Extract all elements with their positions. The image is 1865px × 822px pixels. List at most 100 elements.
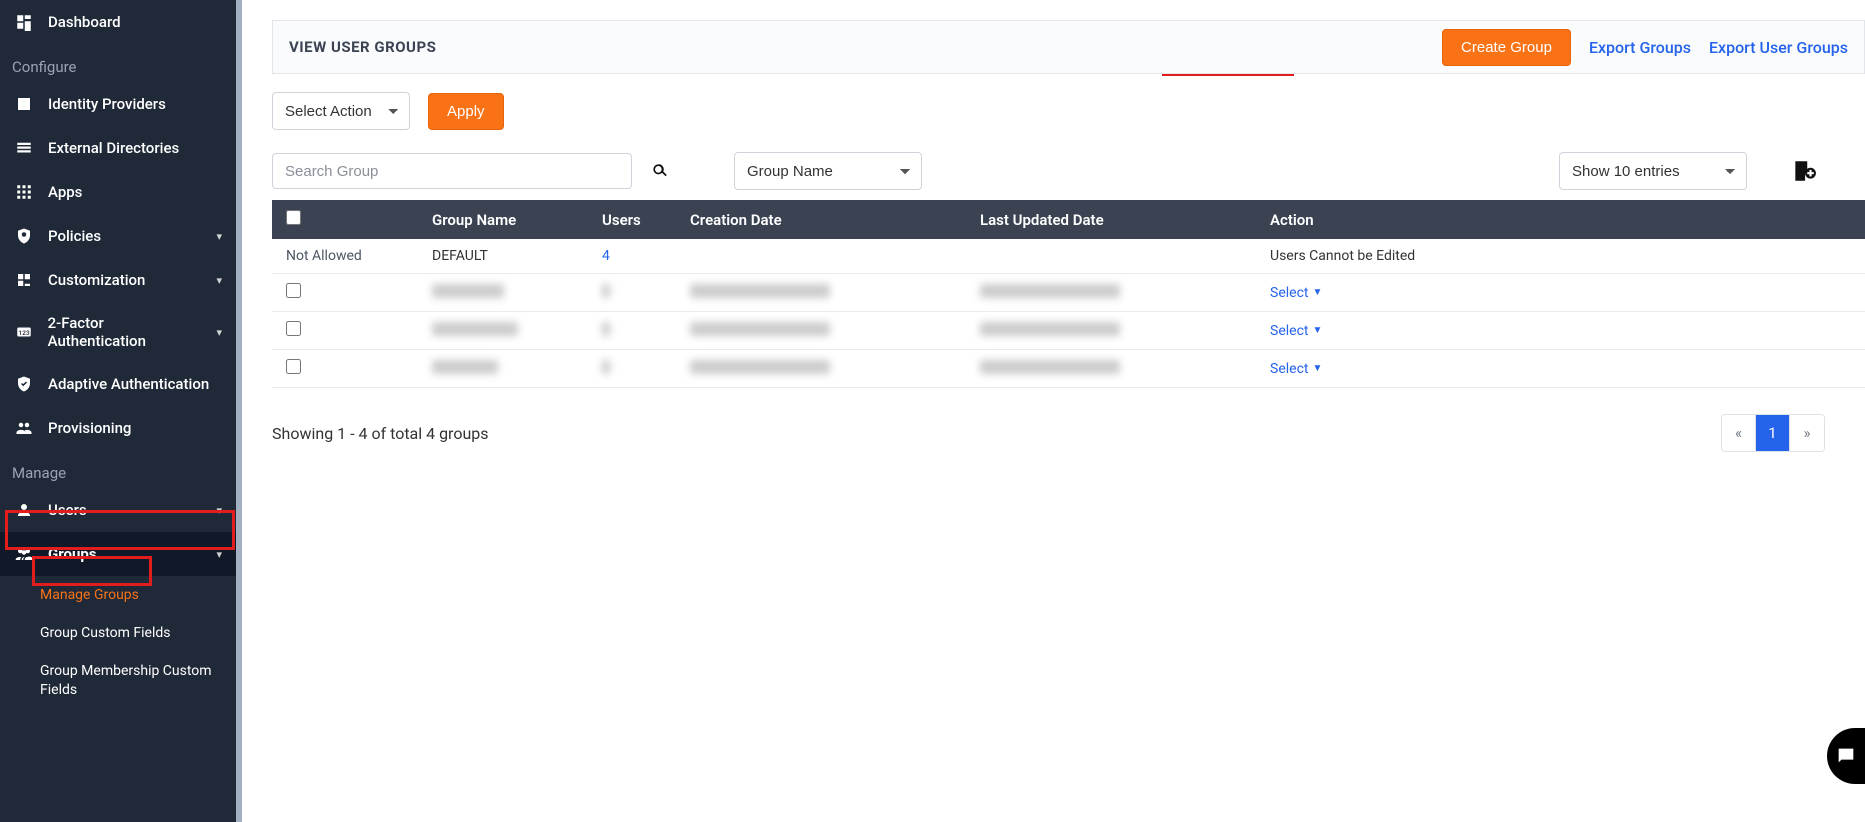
add-column-icon[interactable] bbox=[1789, 156, 1819, 186]
sidebar-item-external-directories[interactable]: External Directories bbox=[0, 126, 236, 170]
action-toolbar: Select Action Apply bbox=[272, 92, 1865, 130]
apply-button[interactable]: Apply bbox=[428, 93, 504, 130]
row-checkbox[interactable] bbox=[286, 283, 301, 298]
sidebar-label: External Directories bbox=[48, 139, 179, 157]
cell-group-name: DEFAULT bbox=[422, 239, 592, 274]
sidebar-item-apps[interactable]: Apps bbox=[0, 170, 236, 214]
cell-not-allowed: Not Allowed bbox=[272, 239, 422, 274]
table-row: Select▼ bbox=[272, 312, 1865, 350]
create-group-button[interactable]: Create Group bbox=[1442, 29, 1571, 66]
row-action-select[interactable]: Select▼ bbox=[1270, 361, 1322, 377]
redacted-users bbox=[602, 284, 610, 298]
svg-text:123: 123 bbox=[18, 329, 30, 337]
export-groups-link[interactable]: Export Groups bbox=[1589, 38, 1691, 57]
chevron-down-icon: ▾ bbox=[216, 230, 222, 243]
redacted-created bbox=[690, 322, 830, 336]
sidebar-item-groups[interactable]: Groups ▾ bbox=[0, 532, 236, 576]
sidebar-item-provisioning[interactable]: Provisioning bbox=[0, 406, 236, 450]
sidebar-subitem-group-custom-fields[interactable]: Group Custom Fields bbox=[0, 614, 236, 652]
sidebar-item-users[interactable]: Users ▾ bbox=[0, 488, 236, 532]
sidebar-label: Adaptive Authentication bbox=[48, 375, 209, 393]
redacted-updated bbox=[980, 360, 1120, 374]
page-header: VIEW USER GROUPS Create Group Export Gro… bbox=[272, 20, 1865, 74]
pager-next[interactable]: » bbox=[1790, 415, 1824, 451]
redacted-group-name bbox=[432, 322, 518, 336]
sidebar-item-dashboard[interactable]: Dashboard bbox=[0, 0, 236, 44]
group-name-filter-dropdown[interactable]: Group Name bbox=[734, 152, 922, 190]
sidebar-label: Apps bbox=[48, 183, 82, 201]
sidebar-item-policies[interactable]: Policies ▾ bbox=[0, 214, 236, 258]
sidebar-item-identity-providers[interactable]: Identity Providers bbox=[0, 82, 236, 126]
redacted-group-name bbox=[432, 284, 504, 298]
chevron-down-icon: ▾ bbox=[216, 326, 222, 339]
chevron-down-icon: ▾ bbox=[216, 548, 222, 561]
groups-table: Group Name Users Creation Date Last Upda… bbox=[272, 200, 1865, 388]
sidebar-subitem-manage-groups[interactable]: Manage Groups bbox=[0, 576, 236, 614]
redacted-updated bbox=[980, 284, 1120, 298]
chevron-down-icon: ▾ bbox=[216, 274, 222, 287]
entries-dropdown[interactable]: Show 10 entries bbox=[1559, 152, 1747, 190]
row-action-select[interactable]: Select▼ bbox=[1270, 285, 1322, 301]
select-all-checkbox[interactable] bbox=[286, 210, 301, 225]
pager-page-1[interactable]: 1 bbox=[1756, 415, 1790, 451]
number-icon: 123 bbox=[14, 322, 34, 342]
grid-icon bbox=[14, 182, 34, 202]
palette-icon bbox=[14, 270, 34, 290]
cell-creation-date bbox=[680, 239, 970, 274]
shield-check-icon bbox=[14, 374, 34, 394]
sidebar-label: Customization bbox=[48, 271, 145, 289]
th-last-updated[interactable]: Last Updated Date bbox=[970, 200, 1260, 239]
cell-action-text: Users Cannot be Edited bbox=[1260, 239, 1865, 274]
caret-down-icon: ▼ bbox=[1312, 287, 1322, 298]
redacted-created bbox=[690, 360, 830, 374]
sidebar-section-manage: Manage bbox=[0, 450, 236, 488]
sidebar-section-configure: Configure bbox=[0, 44, 236, 82]
sidebar-item-customization[interactable]: Customization ▾ bbox=[0, 258, 236, 302]
caret-down-icon: ▼ bbox=[1312, 325, 1322, 336]
search-icon[interactable] bbox=[648, 159, 672, 183]
redacted-updated bbox=[980, 322, 1120, 336]
chat-fab[interactable] bbox=[1827, 728, 1865, 784]
cell-users-link[interactable]: 4 bbox=[602, 248, 610, 264]
caret-down-icon: ▼ bbox=[1312, 363, 1322, 374]
sidebar-item-adaptive-auth[interactable]: Adaptive Authentication bbox=[0, 362, 236, 406]
th-users[interactable]: Users bbox=[592, 200, 680, 239]
dashboard-icon bbox=[14, 12, 34, 32]
sidebar-subitem-group-membership-custom-fields[interactable]: Group Membership Custom Fields bbox=[0, 652, 236, 708]
user-icon bbox=[14, 500, 34, 520]
th-group-name[interactable]: Group Name bbox=[422, 200, 592, 239]
sidebar-label: 2-Factor Authentication bbox=[48, 314, 203, 350]
users-icon bbox=[14, 418, 34, 438]
sidebar-label: Dashboard bbox=[48, 13, 121, 31]
showing-text: Showing 1 - 4 of total 4 groups bbox=[272, 424, 489, 443]
table-head: Group Name Users Creation Date Last Upda… bbox=[272, 200, 1865, 239]
select-action-dropdown[interactable]: Select Action bbox=[272, 92, 410, 130]
table-row: Not Allowed DEFAULT 4 Users Cannot be Ed… bbox=[272, 239, 1865, 274]
row-action-select[interactable]: Select▼ bbox=[1270, 323, 1322, 339]
chevron-down-icon: ▾ bbox=[216, 504, 222, 517]
sidebar-label: Users bbox=[48, 501, 87, 519]
sidebar-label: Identity Providers bbox=[48, 95, 166, 113]
redacted-users bbox=[602, 360, 610, 374]
page-title: VIEW USER GROUPS bbox=[289, 38, 436, 56]
sidebar-item-2fa[interactable]: 123 2-Factor Authentication ▾ bbox=[0, 302, 236, 362]
sidebar-label: Provisioning bbox=[48, 419, 131, 437]
search-group-input[interactable] bbox=[272, 153, 632, 189]
row-checkbox[interactable] bbox=[286, 359, 301, 374]
export-user-groups-link[interactable]: Export User Groups bbox=[1709, 38, 1848, 57]
th-action: Action bbox=[1260, 200, 1865, 239]
sidebar: Dashboard Configure Identity Providers E… bbox=[0, 0, 242, 822]
pager-prev[interactable]: « bbox=[1722, 415, 1756, 451]
shield-search-icon bbox=[14, 226, 34, 246]
pagination: « 1 » bbox=[1721, 414, 1825, 452]
sidebar-label: Groups bbox=[48, 545, 97, 563]
filter-row: Group Name Show 10 entries bbox=[272, 152, 1865, 190]
list-footer: Showing 1 - 4 of total 4 groups « 1 » bbox=[272, 414, 1865, 452]
list-icon bbox=[14, 138, 34, 158]
table-row: Select▼ bbox=[272, 350, 1865, 388]
th-creation-date[interactable]: Creation Date bbox=[680, 200, 970, 239]
id-badge-icon bbox=[14, 94, 34, 114]
redacted-group-name bbox=[432, 360, 498, 374]
row-checkbox[interactable] bbox=[286, 321, 301, 336]
table-row: Select▼ bbox=[272, 274, 1865, 312]
